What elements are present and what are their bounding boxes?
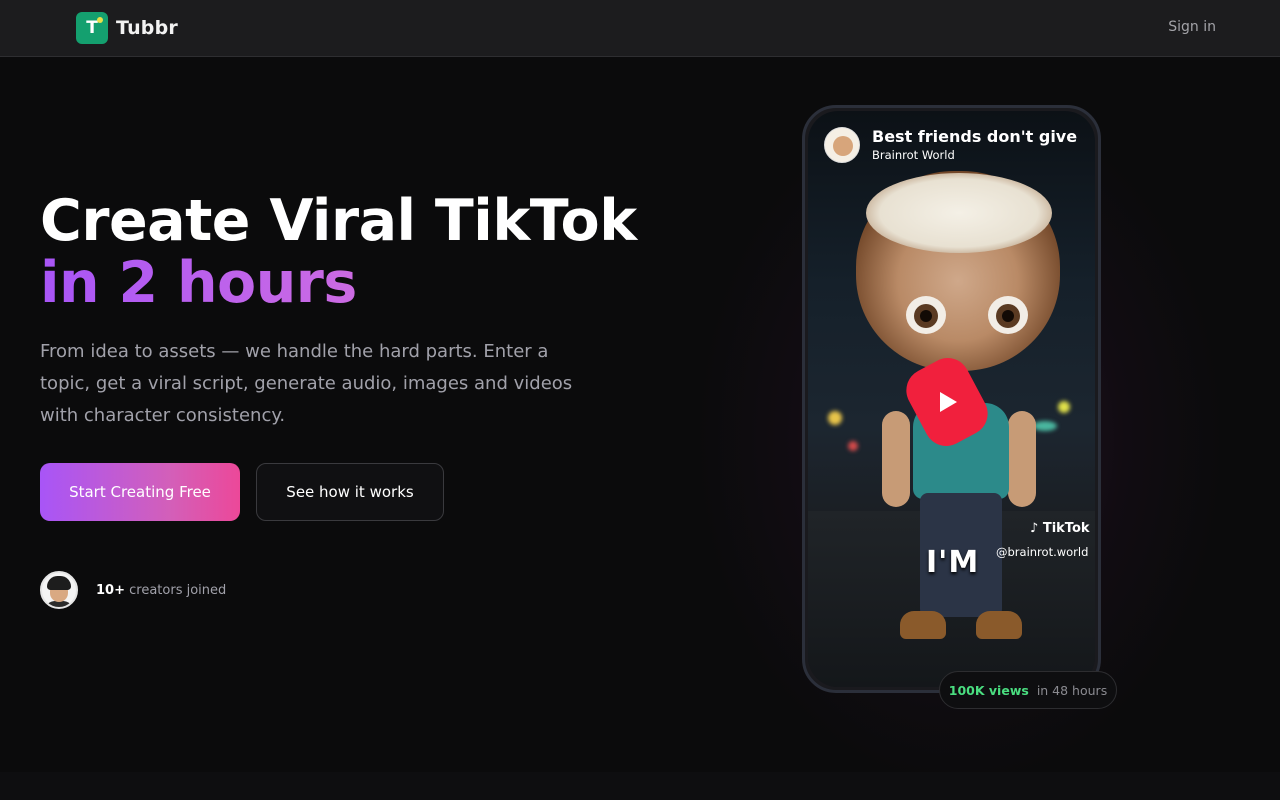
left-shoe [900, 611, 946, 639]
phone-mockup: Best friends don't give Brainrot World ♪… [802, 105, 1101, 693]
tiktok-handle: @brainrot.world [996, 545, 1089, 559]
right-eye [988, 296, 1028, 334]
brand-name: Tubbr [116, 17, 178, 39]
views-badge: 100K views in 48 hours [939, 671, 1117, 709]
bokeh-light [828, 411, 842, 425]
bokeh-light [848, 441, 858, 451]
tiktok-note-icon: ♪ [1030, 521, 1039, 536]
video-preview[interactable]: Best friends don't give Brainrot World ♪… [808, 111, 1095, 687]
coconut-shell [866, 173, 1052, 253]
bokeh-light [1058, 401, 1070, 413]
logo-letter: T [86, 18, 98, 38]
next-section-edge [0, 772, 1280, 800]
channel-name: Brainrot World [872, 148, 955, 162]
hero-subtitle: From idea to assets — we handle the hard… [40, 341, 573, 426]
creator-avatar [40, 571, 78, 609]
creators-label: creators joined [129, 582, 227, 598]
views-period: in 48 hours [1036, 682, 1108, 698]
logo-dot [97, 17, 103, 23]
creators-joined: 10+ creators joined [40, 571, 226, 609]
views-count: 100K views [948, 682, 1029, 698]
brand-logo[interactable]: T Tubbr [76, 12, 178, 44]
see-how-it-works-button[interactable]: See how it works [256, 463, 444, 521]
hero-title-line1: Create Viral TikTok [40, 188, 637, 254]
top-navbar: T Tubbr Sign in [0, 0, 1280, 57]
creators-count: 10+ [96, 582, 125, 598]
right-arm [1008, 411, 1036, 507]
logo-icon: T [76, 12, 108, 44]
right-shoe [976, 611, 1022, 639]
hero-title-line2: in 2 hours [40, 252, 637, 314]
start-creating-button[interactable]: Start Creating Free [40, 463, 240, 521]
tiktok-watermark: ♪ TikTok [1030, 521, 1090, 536]
channel-avatar [824, 127, 860, 163]
left-arm [882, 411, 910, 507]
left-eye [906, 296, 946, 334]
creators-joined-text: 10+ creators joined [96, 583, 226, 598]
video-caption: I'M [926, 545, 980, 580]
video-header: Best friends don't give Brainrot World [824, 127, 1084, 163]
sign-in-link[interactable]: Sign in [1168, 19, 1216, 35]
hero-title: Create Viral TikTok in 2 hours [40, 190, 637, 314]
bokeh-light [1033, 421, 1057, 431]
video-title: Best friends don't give [872, 127, 1078, 146]
tiktok-label: TikTok [1042, 521, 1090, 536]
